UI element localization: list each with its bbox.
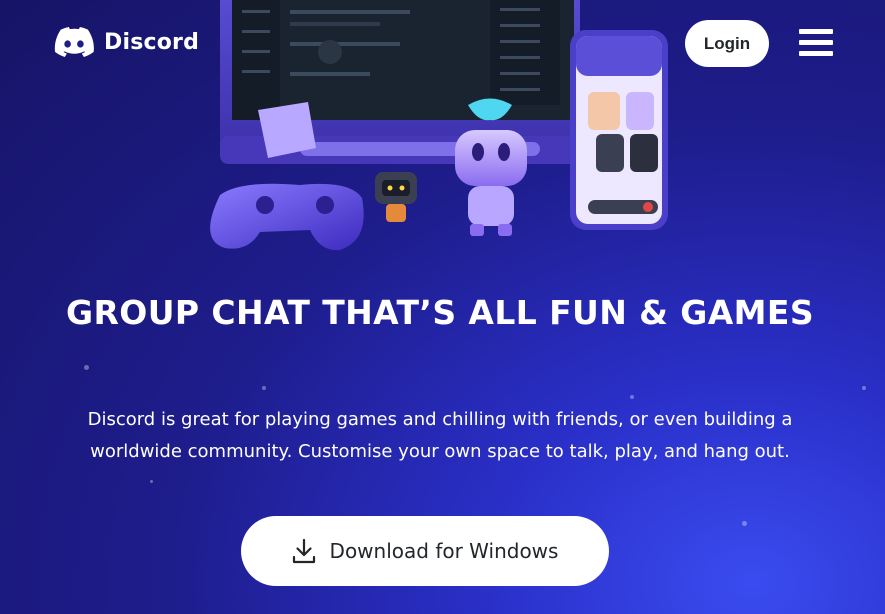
download-for-windows-button[interactable]: Download for Windows	[241, 516, 609, 586]
brand-name: Discord	[104, 29, 200, 55]
sparkle	[150, 480, 153, 483]
hero-illustration	[210, 0, 668, 251]
discord-logo-icon	[54, 27, 94, 57]
sparkle	[742, 521, 747, 526]
download-label: Download for Windows	[329, 539, 559, 563]
sparkle	[630, 395, 634, 399]
download-icon	[292, 538, 315, 564]
sparkle	[84, 365, 89, 370]
hero-headline: GROUP CHAT THAT’S ALL FUN & GAMES	[65, 293, 814, 332]
sparkle	[262, 386, 266, 390]
hamburger-menu-icon[interactable]	[799, 29, 833, 57]
login-button[interactable]: Login	[685, 20, 769, 67]
sparkle	[862, 386, 866, 390]
hero-subtitle: Discord is great for playing games and c…	[87, 409, 793, 462]
discord-logo-link[interactable]: Discord	[54, 27, 199, 57]
